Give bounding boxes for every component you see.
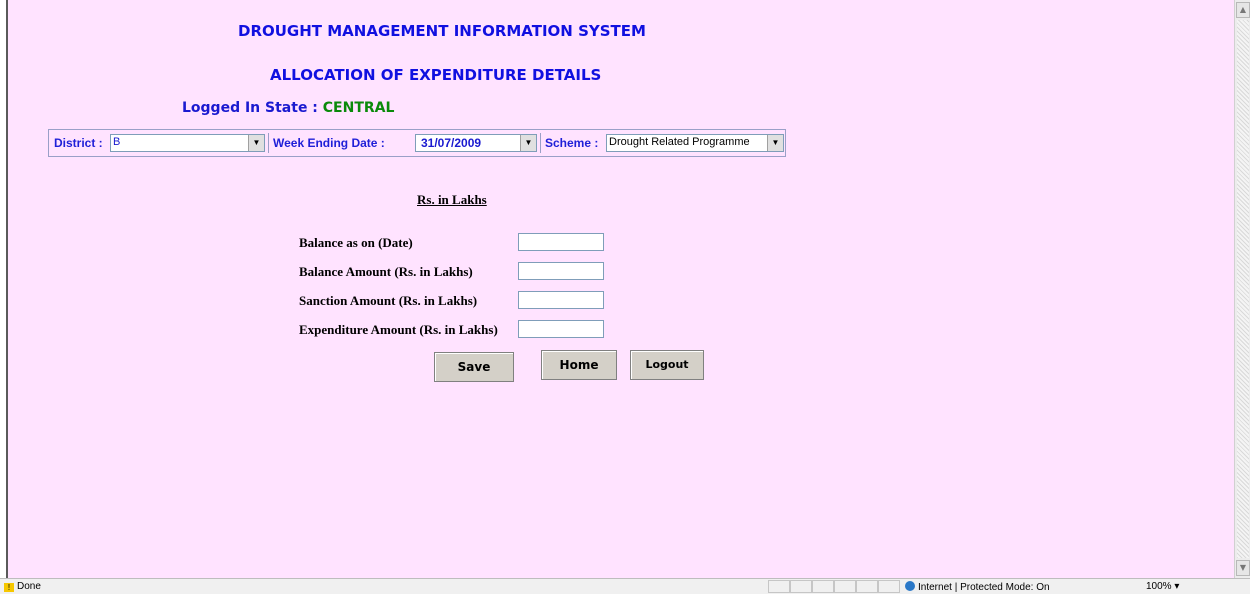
globe-icon [905, 581, 915, 591]
status-pane [878, 580, 900, 593]
scrollbar-track[interactable] [1237, 20, 1249, 558]
balance-amount-input[interactable] [518, 262, 604, 280]
filter-bar: District : B ▼ Week Ending Date : 31/07/… [48, 129, 786, 157]
security-zone[interactable]: Internet | Protected Mode: On [905, 581, 1050, 593]
district-select[interactable]: B ▼ [110, 134, 265, 152]
security-zone-text: Internet | Protected Mode: On [918, 582, 1050, 593]
balance-amount-label: Balance Amount (Rs. in Lakhs) [299, 264, 473, 279]
status-value: Done [17, 581, 41, 592]
balance-date-input[interactable] [518, 233, 604, 251]
zoom-value: 100% [1146, 581, 1172, 592]
sanction-amount-label: Sanction Amount (Rs. in Lakhs) [299, 293, 478, 308]
page-title: DROUGHT MANAGEMENT INFORMATION SYSTEM [238, 22, 646, 40]
district-label: District : [54, 136, 103, 150]
warning-icon: ! [4, 583, 14, 592]
status-pane [790, 580, 812, 593]
zoom-dropdown-icon[interactable]: ▾ [1174, 581, 1179, 592]
status-pane [768, 580, 790, 593]
expenditure-amount-input[interactable] [518, 320, 604, 338]
chevron-down-icon[interactable]: ▼ [767, 135, 783, 151]
home-button[interactable]: Home [541, 350, 617, 380]
units-label: Rs. in Lakhs [417, 192, 487, 207]
zoom-control[interactable]: 100% ▾ [1146, 581, 1179, 592]
expenditure-amount-label: Expenditure Amount (Rs. in Lakhs) [299, 322, 498, 337]
scheme-select-value: Drought Related Programme [609, 136, 750, 148]
page-subtitle: ALLOCATION OF EXPENDITURE DETAILS [270, 66, 602, 84]
save-button[interactable]: Save [434, 352, 514, 382]
scheme-select[interactable]: Drought Related Programme ▼ [606, 134, 784, 152]
scheme-label: Scheme : [545, 136, 599, 150]
page-viewport: DROUGHT MANAGEMENT INFORMATION SYSTEM AL… [6, 0, 1234, 578]
week-ending-value: 31/07/2009 [421, 136, 482, 150]
district-select-value: B [113, 136, 121, 148]
scroll-down-icon[interactable]: ▼ [1236, 560, 1250, 576]
logout-button[interactable]: Logout [630, 350, 704, 380]
sanction-amount-input[interactable] [518, 291, 604, 309]
scroll-up-icon[interactable]: ▲ [1236, 2, 1250, 18]
divider [268, 133, 269, 153]
status-pane [834, 580, 856, 593]
week-ending-select[interactable]: 31/07/2009 ▼ [415, 134, 537, 152]
status-pane [812, 580, 834, 593]
balance-date-label: Balance as on (Date) [299, 235, 413, 250]
chevron-down-icon[interactable]: ▼ [248, 135, 264, 151]
logged-in-state: Logged In State : CENTRAL [182, 100, 394, 116]
status-pane [856, 580, 878, 593]
browser-status-bar: ! Done Internet | Protected Mode: On 100%… [0, 578, 1250, 594]
divider [540, 133, 541, 153]
week-ending-label: Week Ending Date : [273, 136, 385, 150]
logged-in-state-value: CENTRAL [322, 100, 395, 116]
logged-in-label: Logged In State : [182, 100, 323, 116]
vertical-scrollbar[interactable]: ▲ ▼ [1234, 0, 1250, 578]
status-text: ! Done [4, 581, 41, 592]
chevron-down-icon[interactable]: ▼ [520, 135, 536, 151]
